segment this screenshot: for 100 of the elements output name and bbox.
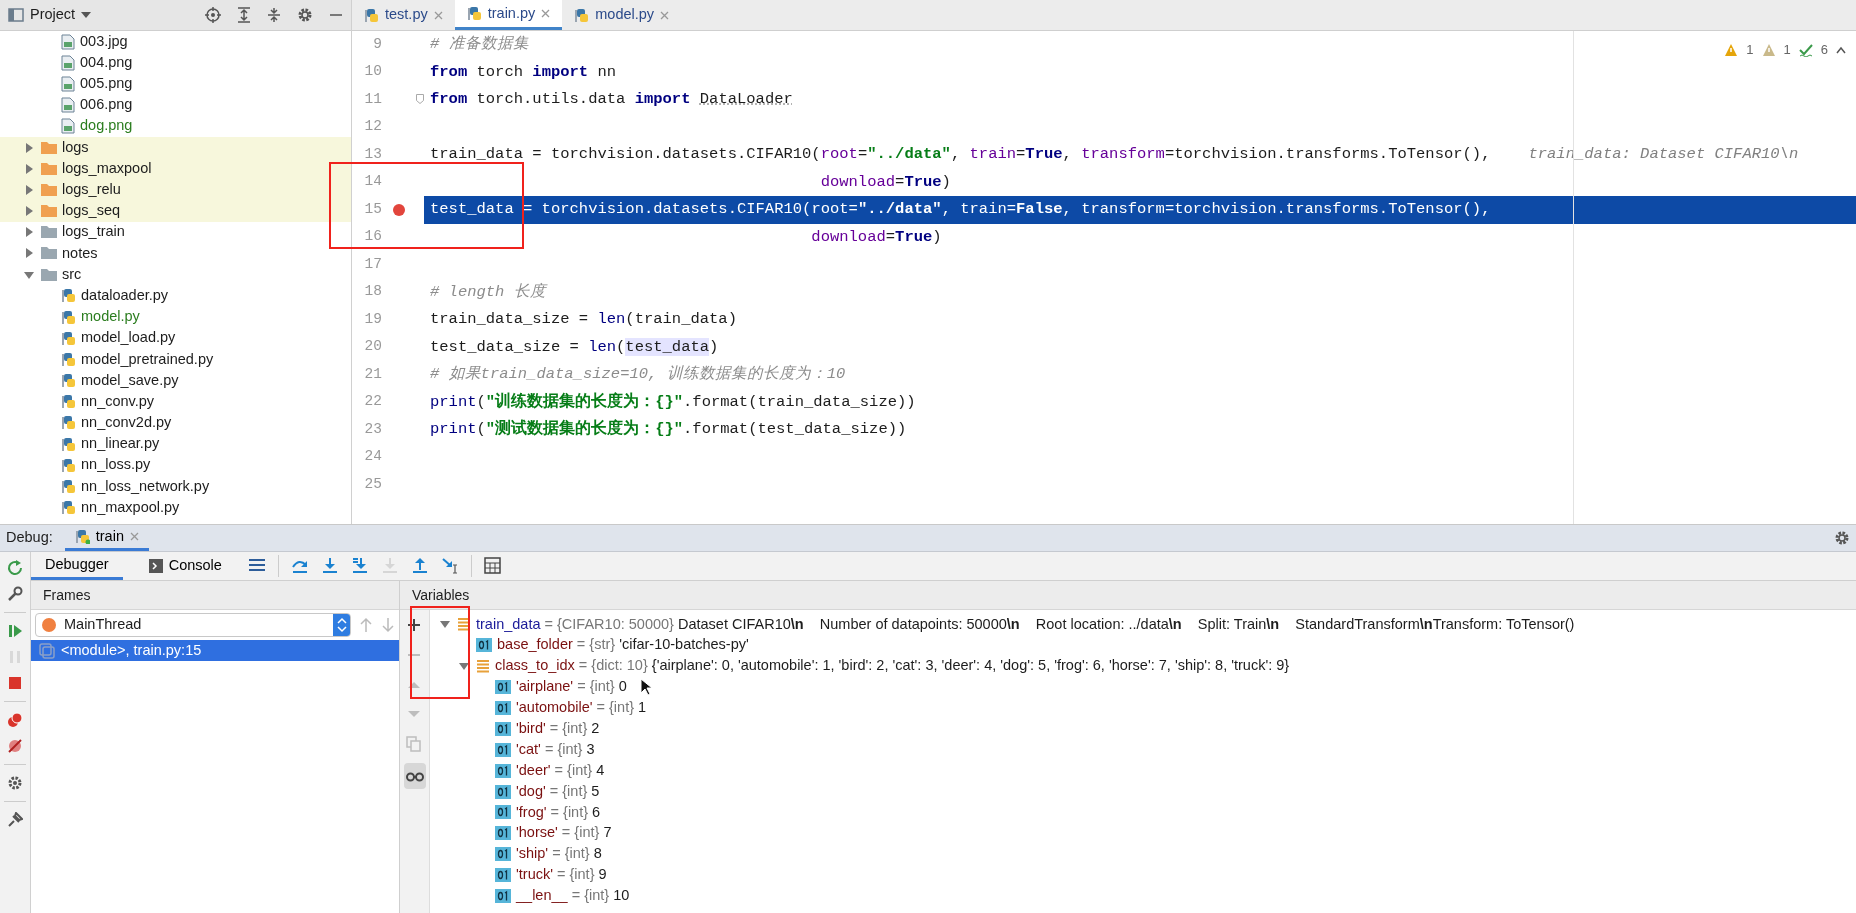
folder-name[interactable]: notes (62, 242, 98, 265)
rerun-icon[interactable] (7, 560, 23, 576)
file-name[interactable]: model_save.py (81, 369, 179, 392)
python-file-icon (61, 309, 76, 325)
expand-arrow-icon[interactable] (24, 142, 34, 153)
settings-icon[interactable] (1834, 530, 1850, 546)
panel-title[interactable]: Project (30, 4, 76, 26)
file-name[interactable]: model_pretrained.py (81, 348, 214, 371)
editor-tab[interactable]: test.py (352, 0, 455, 30)
run-to-cursor-icon[interactable] (440, 557, 459, 575)
file-name[interactable]: nn_loss_network.py (81, 475, 210, 498)
folder-icon (41, 225, 57, 240)
resume-icon[interactable] (7, 623, 23, 639)
variable-entry: 'horse' = {int} 7 (516, 823, 612, 843)
step-out-icon[interactable] (410, 557, 429, 575)
mouse-cursor-icon (640, 678, 652, 696)
folder-name[interactable]: src (62, 263, 82, 286)
list-icon (476, 659, 490, 674)
inline-hint: train_data: Dataset CIFAR10\n (1528, 144, 1799, 166)
file-name[interactable]: dataloader.py (81, 284, 169, 307)
expand-arrow-icon[interactable] (24, 269, 34, 280)
calculator-icon[interactable] (483, 557, 502, 575)
expand-arrow-icon[interactable] (24, 248, 34, 259)
expand-arrow-icon[interactable] (440, 619, 450, 630)
close-icon[interactable] (130, 532, 139, 541)
mute-breakpoints-icon[interactable] (7, 738, 23, 754)
image-file-icon (61, 118, 75, 135)
expand-arrow-icon[interactable] (459, 661, 469, 672)
warning-icon[interactable] (1724, 42, 1739, 57)
folder-name[interactable]: logs_train (62, 221, 125, 244)
primitive-value-icon (495, 763, 511, 778)
file-name[interactable]: 003.jpg (80, 30, 128, 53)
step-into-icon[interactable] (320, 557, 339, 575)
fold-marker-icon[interactable] (416, 94, 424, 105)
file-name[interactable]: nn_maxpool.py (81, 496, 180, 519)
list-icon (457, 617, 471, 632)
variable-entry: 'automobile' = {int} 1 (516, 698, 647, 718)
close-icon[interactable] (660, 10, 670, 20)
pane-title: Frames (43, 585, 91, 605)
expand-arrow-icon[interactable] (24, 227, 34, 238)
folder-icon (41, 161, 57, 176)
frame-item[interactable]: <module>, train.py:15 (31, 640, 399, 661)
inspection-count: 1 (1783, 41, 1791, 59)
code-line: print("测试数据集的长度为：{}".format(test_data_size)) (430, 418, 907, 441)
line-number: 20 (363, 337, 382, 357)
pin-icon[interactable] (7, 812, 23, 828)
expand-arrow-icon[interactable] (24, 206, 34, 217)
line-number: 16 (363, 227, 382, 247)
variable-entry: 'airplane' = {int} 0 (516, 677, 627, 697)
close-icon[interactable] (541, 9, 551, 18)
file-name[interactable]: nn_linear.py (81, 433, 160, 456)
image-file-icon (61, 33, 75, 50)
primitive-value-icon (495, 805, 511, 820)
thread-dropdown[interactable]: MainThread (35, 613, 351, 637)
editor-tab[interactable]: model.py (562, 0, 682, 30)
code-line: download=True) (810, 226, 942, 248)
locate-icon[interactable] (205, 7, 221, 23)
folder-name[interactable]: logs_seq (62, 200, 121, 222)
file-name[interactable]: nn_conv2d.py (81, 412, 172, 434)
expand-arrow-icon[interactable] (24, 163, 34, 174)
expand-all-icon[interactable] (237, 7, 251, 23)
expand-arrow-icon[interactable] (24, 184, 34, 195)
folder-name[interactable]: logs_relu (62, 179, 121, 201)
folder-name[interactable]: logs (62, 136, 89, 159)
file-name[interactable]: nn_conv.py (81, 390, 155, 413)
thread-status-icon (42, 618, 56, 632)
stop-icon[interactable] (7, 675, 23, 691)
file-name[interactable]: nn_loss.py (81, 454, 151, 477)
file-name[interactable]: model_load.py (81, 327, 176, 350)
settings-icon[interactable] (7, 775, 23, 791)
folder-icon (41, 267, 57, 282)
collapse-all-icon[interactable] (267, 7, 281, 23)
panel-tab[interactable]: Console (134, 552, 236, 580)
file-name[interactable]: 004.png (80, 51, 133, 74)
python-file-icon (61, 436, 76, 452)
breakpoint-icon[interactable] (392, 202, 406, 217)
file-name[interactable]: dog.png (80, 115, 133, 138)
breakpoints-icon[interactable] (7, 712, 23, 728)
caret-icon[interactable] (81, 11, 92, 19)
step-into-icon[interactable] (350, 557, 369, 575)
python-file-icon (61, 394, 76, 410)
settings-icon[interactable] (297, 7, 313, 23)
primitive-value-icon (495, 742, 511, 757)
file-name[interactable]: 005.png (80, 73, 133, 95)
close-icon[interactable] (433, 10, 443, 20)
line-number: 17 (363, 254, 382, 274)
line-number: 10 (363, 62, 382, 82)
image-file-icon (61, 97, 75, 114)
collapse-caret-icon[interactable] (1836, 45, 1846, 54)
code-line: # 准备数据集 (430, 34, 529, 56)
code-line: train_data_size = len(train_data) (430, 309, 737, 331)
wrench-icon[interactable] (7, 586, 23, 602)
line-number: 13 (363, 144, 382, 164)
line-number: 23 (363, 419, 382, 439)
python-file-icon (61, 351, 76, 367)
typo-icon[interactable] (1798, 42, 1813, 57)
panel-icon (8, 8, 24, 22)
file-name[interactable]: 006.png (80, 94, 133, 117)
file-name[interactable]: model.py (81, 306, 140, 328)
editor-tab[interactable]: train.py (454, 0, 563, 30)
